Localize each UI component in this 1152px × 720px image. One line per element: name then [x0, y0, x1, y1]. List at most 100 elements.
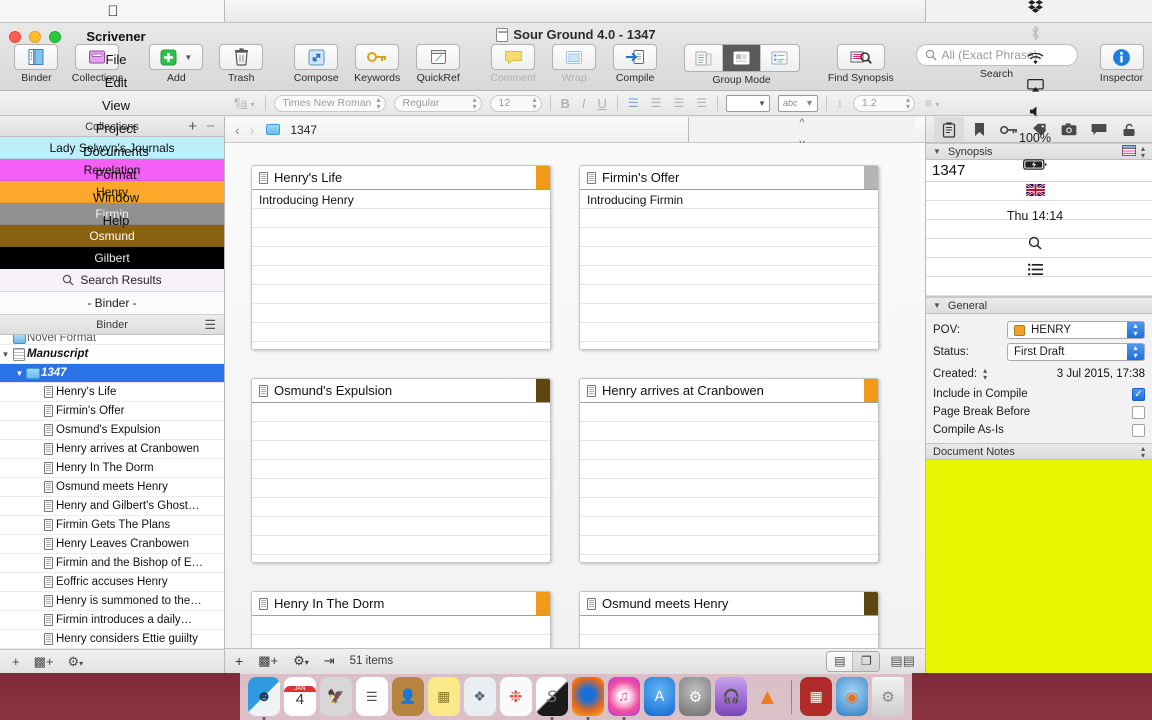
menu-item-help[interactable]: Help — [93, 209, 140, 232]
binder-row-firmins-offer[interactable]: Firmin's Offer — [0, 402, 224, 421]
info-icon[interactable] — [1099, 44, 1144, 70]
menu-item-window[interactable]: Window — [83, 186, 149, 209]
created-stepper-icon[interactable]: ▴ ▾ — [983, 367, 987, 382]
select-stepper-icon[interactable]: ▴ ▾ — [1127, 322, 1144, 338]
page-break-before-checkbox[interactable] — [1132, 405, 1145, 419]
wrap-icon[interactable] — [552, 44, 597, 70]
pov-select[interactable]: HENRY ▴ ▾ — [1007, 321, 1145, 339]
notes-stepper-icon[interactable]: ▴ ▾ — [1141, 444, 1145, 459]
dock-item-notes[interactable]: ▦ — [427, 677, 460, 716]
align-center-icon[interactable]: ☰ — [649, 96, 664, 110]
dock-item-audacity[interactable]: 🎧 — [715, 677, 748, 716]
paragraph-style-icon[interactable]: ¶a ▾ — [232, 96, 257, 110]
binder-row-novel-format[interactable]: Novel Format — [0, 335, 224, 345]
gear-icon[interactable]: ⚙▾ — [293, 653, 309, 669]
bold-button[interactable]: B — [559, 96, 572, 111]
group-mode-corkboard-button[interactable] — [722, 45, 761, 71]
dock-item-stack-folder[interactable]: ▦ — [800, 677, 833, 716]
dock-item-firefox[interactable] — [571, 677, 604, 720]
wifi-icon[interactable] — [1027, 53, 1044, 66]
binder-row-1347[interactable]: ▼ 1347 — [0, 364, 224, 383]
compile-as-is-row[interactable]: Compile As-Is — [933, 421, 1145, 439]
toolbar-keywords[interactable]: Keywords — [347, 44, 408, 84]
add-folder-icon[interactable]: ▩+ — [34, 654, 54, 670]
toolbar-find-synopsis[interactable]: Find Synopsis — [814, 44, 908, 84]
binder-row-osmunds-expulsion[interactable]: Osmund's Expulsion — [0, 421, 224, 440]
disclosure-triangle-icon[interactable]: ▼ — [933, 301, 941, 310]
toolbar-quickref[interactable]: QuickRef — [408, 44, 469, 84]
select-stepper-icon[interactable]: ▴ ▾ — [1127, 344, 1144, 360]
find-synopsis-icon[interactable] — [836, 44, 885, 70]
document-notes-area[interactable] — [926, 460, 1152, 673]
collection-binder-tab[interactable]: - Binder - — [0, 292, 224, 315]
disclosure-triangle-icon[interactable]: ▼ — [0, 350, 11, 359]
toolbar-inspector[interactable]: Inspector — [1091, 44, 1152, 84]
search-input[interactable]: All (Exact Phrase) — [915, 44, 1078, 66]
binder-row-henry-arrives-at-cranbowen[interactable]: Henry arrives at Cranbowen — [0, 440, 224, 459]
inspector-tab-bookmark[interactable] — [964, 117, 994, 142]
menu-item-edit[interactable]: Edit — [95, 71, 137, 94]
index-card-body[interactable]: Introducing Henry — [252, 190, 550, 349]
toolbar-trash[interactable]: Trash — [211, 44, 272, 84]
index-card[interactable]: Osmund meets Henry — [579, 591, 879, 648]
group-mode-segmented-control[interactable] — [683, 44, 800, 72]
comment-icon[interactable] — [491, 44, 536, 70]
font-family-select[interactable]: Times New Roman ▴ ▾ — [273, 94, 386, 112]
spotlight-search-icon[interactable] — [1028, 236, 1042, 250]
binder-icon[interactable] — [14, 44, 59, 70]
airplay-icon[interactable] — [1026, 79, 1044, 92]
grid-view-icon[interactable]: ▤ — [827, 651, 854, 671]
inspector-tab-notes-pad[interactable] — [934, 117, 964, 142]
compile-as-is-checkbox[interactable] — [1132, 423, 1145, 437]
index-card[interactable]: Henry arrives at Cranbowen — [579, 378, 879, 563]
binder-row-firmin-gets-the-plans[interactable]: Firmin Gets The Plans — [0, 516, 224, 535]
dock-item-downloads-stack[interactable]: ◉ — [836, 677, 869, 716]
add-collection-button[interactable]: + — [188, 119, 197, 134]
toolbar-binder[interactable]: Binder — [6, 44, 67, 84]
index-card[interactable]: Firmin's Offer Introducing Firmin — [579, 165, 879, 350]
dropbox-icon[interactable] — [1027, 0, 1043, 13]
quickref-icon[interactable] — [416, 44, 461, 70]
binder-options-icon[interactable]: ☰ — [204, 317, 216, 333]
index-card[interactable]: Henry In The Dorm — [251, 591, 551, 648]
dock-item-system-preferences[interactable]: ⚙ — [679, 677, 712, 716]
dock-item-reminders[interactable]: ☰ — [355, 677, 388, 716]
general-section-header[interactable]: ▼ General — [926, 297, 1152, 314]
binder-row-henry-is-summoned[interactable]: Henry is summoned to the… — [0, 592, 224, 611]
corkboard[interactable]: Henry's Life Introducing Henry Firmin's … — [225, 143, 925, 648]
spelling-button[interactable]: abc ▼ — [777, 94, 818, 112]
binder-row-eoffric-accuses-henry[interactable]: Eoffric accuses Henry — [0, 573, 224, 592]
corkboard-view-toggle[interactable]: ▤ ❐ — [826, 650, 881, 672]
menu-item-project[interactable]: Project — [86, 117, 146, 140]
dock-item-calendar[interactable]: JAN 4 — [283, 677, 316, 716]
volume-icon[interactable] — [1029, 105, 1042, 118]
up-chevron-icon[interactable]: ^ — [799, 117, 804, 129]
align-right-icon[interactable]: ☰ — [671, 96, 686, 110]
synopsis-image-icon[interactable] — [1121, 144, 1136, 159]
inspector-tab-comments[interactable] — [1084, 117, 1114, 142]
forward-chevron-icon[interactable]: › — [250, 122, 255, 138]
status-select[interactable]: First Draft ▴ ▾ — [1007, 343, 1145, 361]
toolbar-search[interactable]: All (Exact Phrase) Search — [908, 44, 1085, 80]
add-plus-icon[interactable]: ▼ — [149, 44, 204, 70]
dock-item-trash[interactable]: ⚙ — [872, 677, 904, 716]
collection-gilbert[interactable]: Gilbert — [0, 247, 224, 269]
trash-icon[interactable] — [219, 44, 264, 70]
align-left-icon[interactable]: ☰ — [626, 96, 641, 110]
dock-item-preview[interactable]: 🦅 — [319, 677, 352, 716]
group-mode-outliner-button[interactable] — [761, 45, 799, 71]
disclosure-triangle-icon[interactable]: ▼ — [14, 369, 25, 378]
uk-flag-icon[interactable] — [1025, 184, 1045, 196]
index-card[interactable]: Osmund's Expulsion — [251, 378, 551, 563]
index-card[interactable]: Henry's Life Introducing Henry — [251, 165, 551, 350]
apple-logo-icon[interactable]:  — [103, 0, 128, 25]
page-break-before-row[interactable]: Page Break Before — [933, 403, 1145, 421]
index-card-body[interactable] — [252, 616, 550, 648]
binder-row-henrys-life[interactable]: Henry's Life — [0, 383, 224, 402]
add-folder-icon[interactable]: ▩+ — [258, 653, 278, 669]
list-icon[interactable]: ≡ ▾ — [923, 96, 941, 110]
add-icon[interactable]: + — [12, 654, 20, 669]
index-card-body[interactable] — [580, 403, 878, 562]
binder-row-firmin-introduces-a-daily[interactable]: Firmin introduces a daily… — [0, 611, 224, 630]
dock-item-contacts[interactable]: 👤 — [391, 677, 424, 716]
